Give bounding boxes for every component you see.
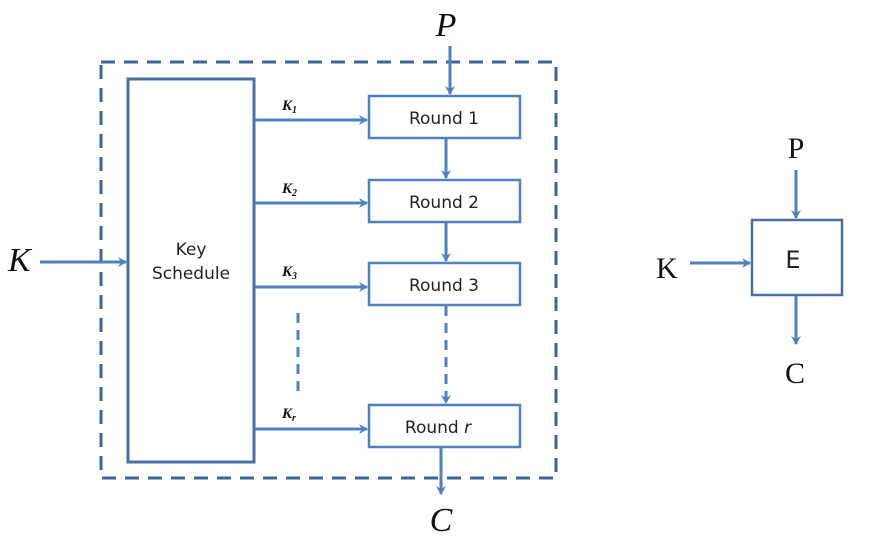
round-3: Round 3	[367, 261, 522, 307]
round-label: Round 3	[409, 276, 479, 296]
right-ciphertext-label: C	[785, 357, 805, 390]
key-schedule-label-line2: Schedule	[152, 264, 230, 284]
round-r: Round r	[367, 403, 522, 449]
round-label: Round 1	[409, 109, 479, 129]
key-schedule-label-line1: Key	[176, 240, 207, 260]
right-key-label: K	[656, 252, 678, 285]
subkey-r-label: Kr	[281, 406, 296, 424]
key-input-label: K	[7, 242, 33, 279]
subkey-2-label: K2	[281, 181, 297, 199]
round-label: Round r	[405, 418, 472, 438]
round-2: Round 2	[367, 178, 522, 224]
round-label: Round 2	[409, 193, 479, 213]
round-1: Round 1	[367, 94, 522, 140]
right-plaintext-label: P	[788, 132, 805, 165]
plaintext-label: P	[435, 7, 457, 44]
subkey-1-label: K1	[281, 98, 297, 116]
ciphertext-label: C	[430, 502, 453, 538]
encryption-block-label: E	[785, 246, 800, 274]
block-cipher-diagram: Key Schedule K P Round 1 Round 2 Round 3…	[7, 7, 844, 538]
subkey-3-label: K3	[281, 264, 297, 282]
